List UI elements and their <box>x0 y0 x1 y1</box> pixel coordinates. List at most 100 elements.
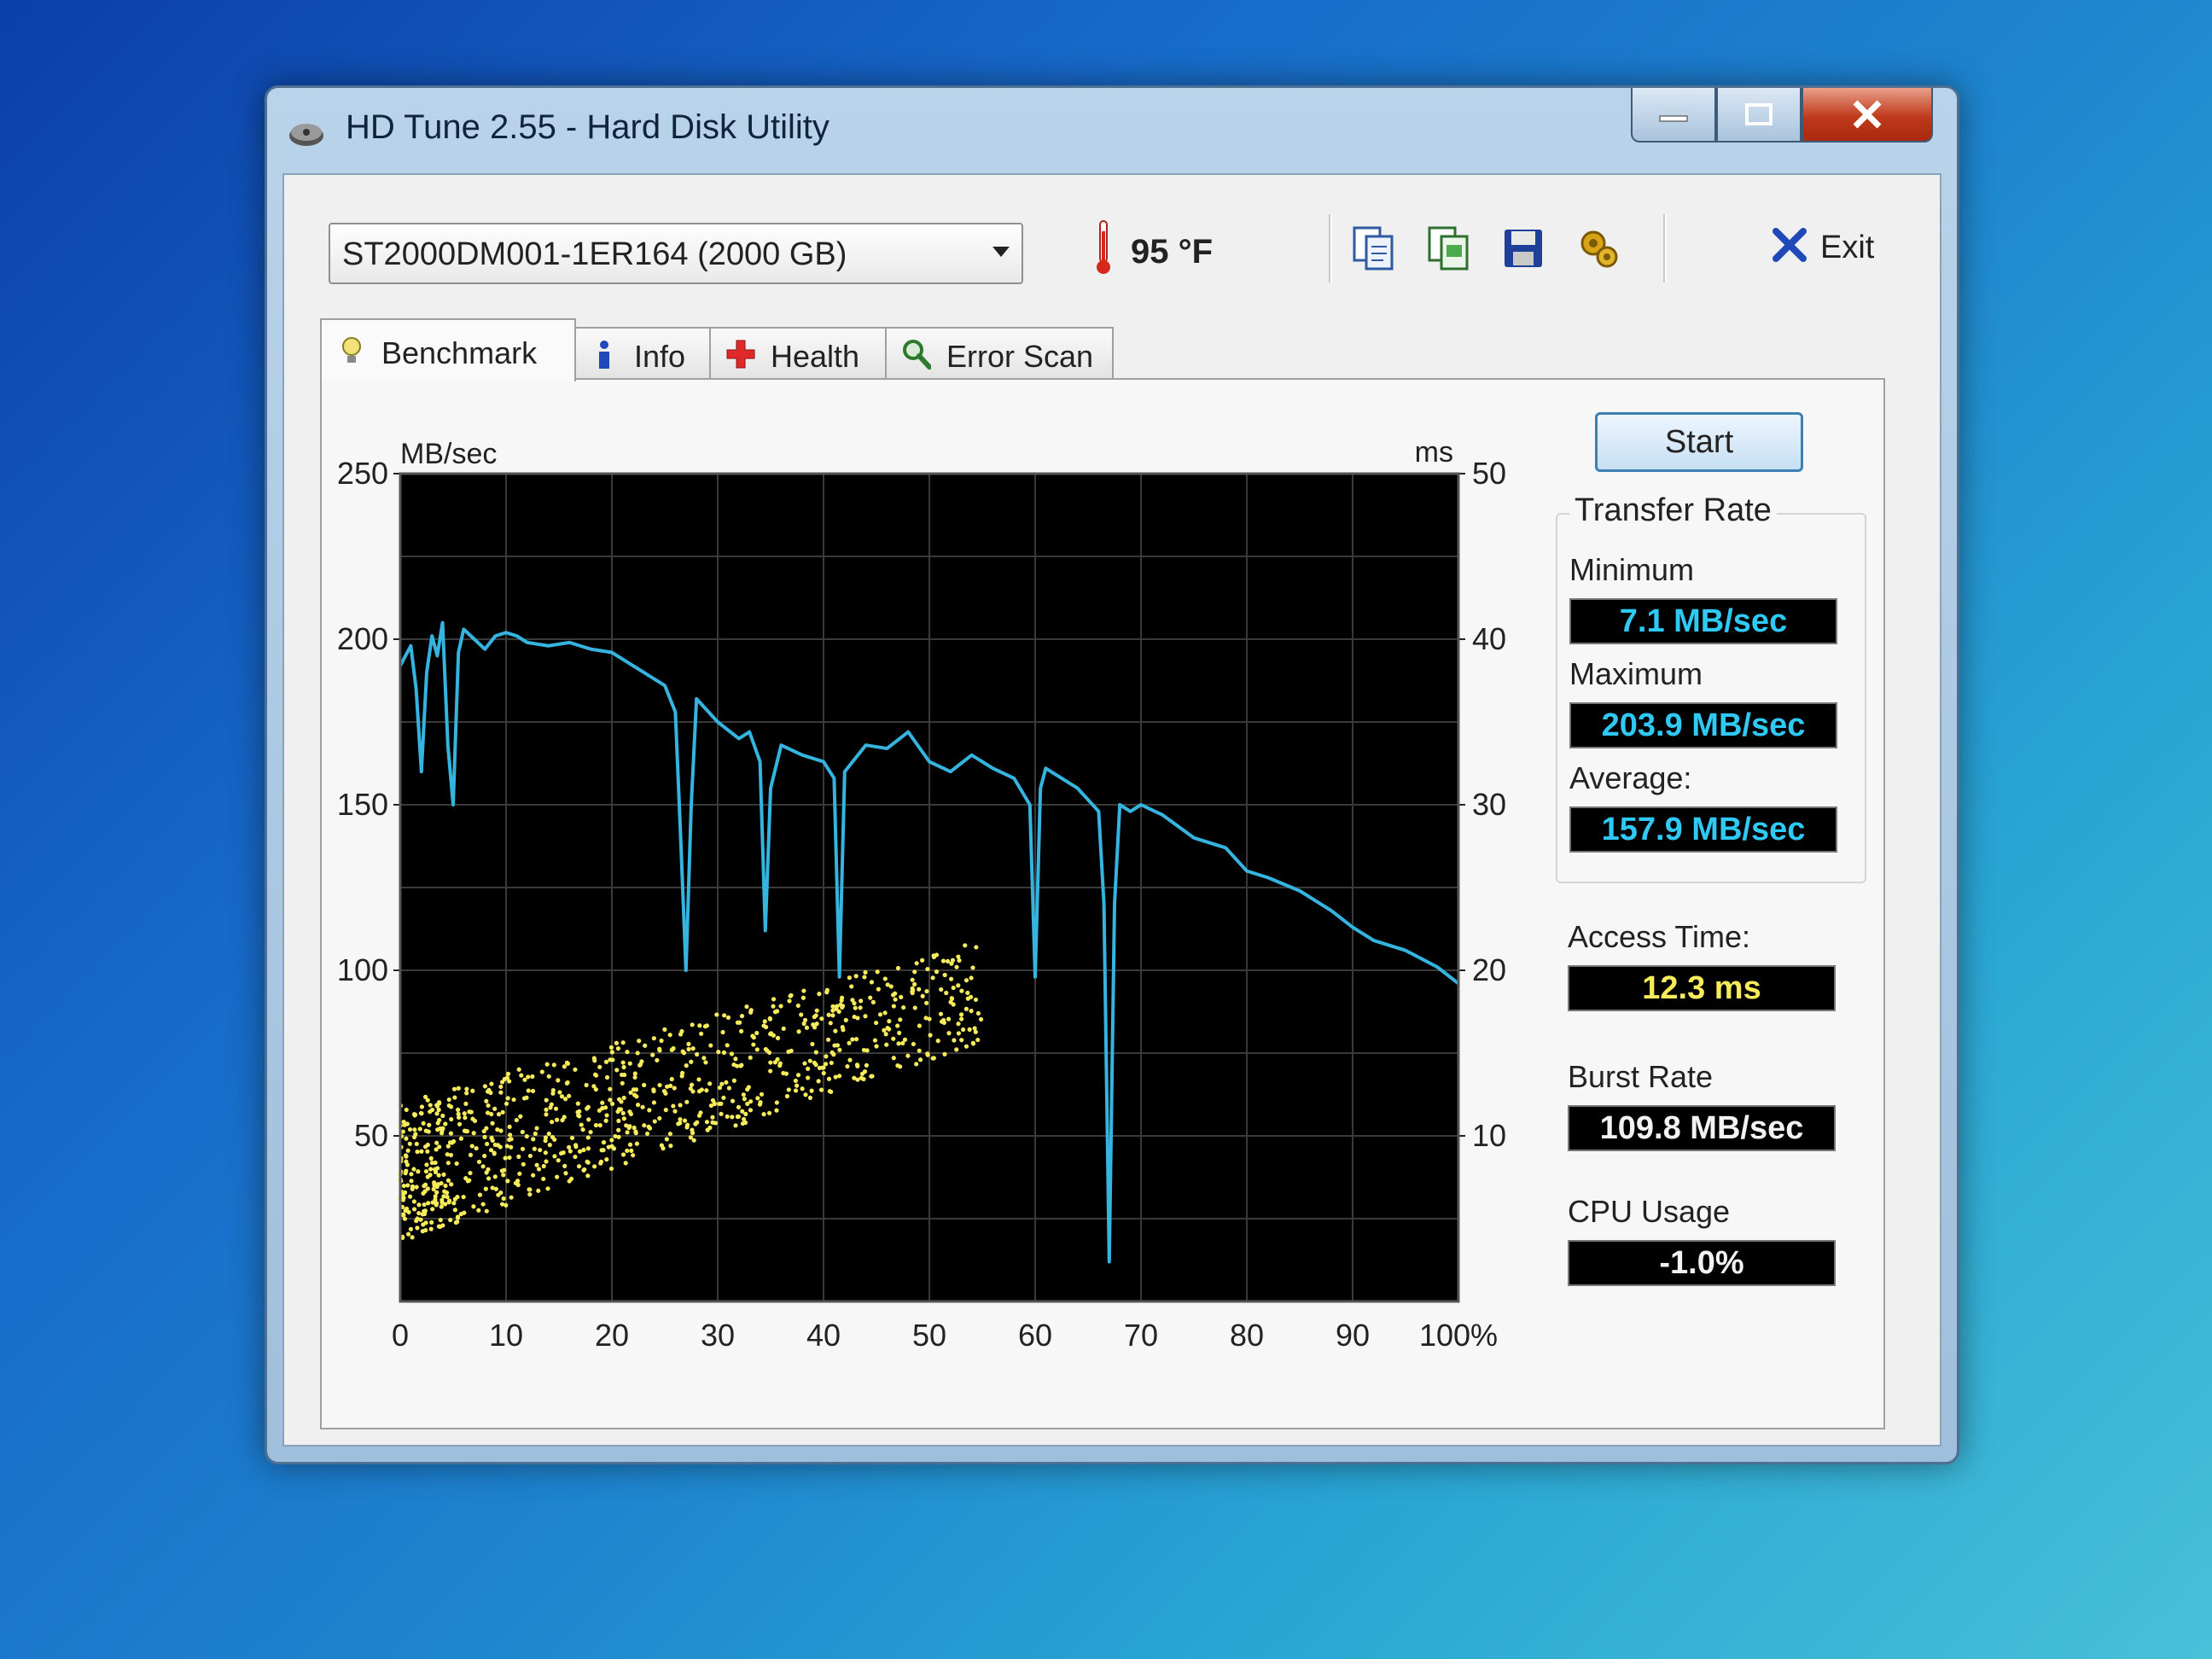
access-time-point <box>917 1048 922 1053</box>
access-time-point <box>665 1084 670 1089</box>
access-time-point <box>632 1125 637 1131</box>
access-time-point <box>661 1146 666 1151</box>
access-time-point <box>623 1161 628 1166</box>
access-time-point <box>868 995 873 1000</box>
access-time-point <box>499 1080 505 1085</box>
access-time-point <box>469 1109 474 1115</box>
access-time-point <box>821 1070 826 1076</box>
access-time-point <box>606 1144 611 1150</box>
access-time-point <box>519 1073 524 1078</box>
access-time-point <box>451 1201 457 1206</box>
y-right-tick-label: 30 <box>1472 787 1506 822</box>
access-time-point <box>663 1091 668 1096</box>
access-time-point <box>884 1042 889 1047</box>
access-time-point <box>634 1094 639 1099</box>
access-time-point <box>403 1153 409 1158</box>
access-time-point <box>829 1060 834 1066</box>
access-time-point <box>755 1096 760 1101</box>
access-time-point <box>702 1024 707 1029</box>
access-time-point <box>507 1155 512 1161</box>
access-time-point <box>680 1049 685 1054</box>
access-time-point <box>603 1059 609 1064</box>
access-time-point <box>557 1090 562 1095</box>
close-icon <box>1853 100 1882 129</box>
access-time-point <box>577 1114 582 1119</box>
access-time-point <box>778 1004 783 1009</box>
tab-error-scan[interactable]: Error Scan <box>885 327 1114 380</box>
access-time-point <box>454 1161 459 1167</box>
access-time-point <box>655 1057 660 1062</box>
access-time-point <box>425 1186 430 1191</box>
access-time-point <box>949 961 954 966</box>
app-icon <box>289 124 323 146</box>
access-time-point <box>963 1044 969 1049</box>
access-time-point <box>934 969 940 975</box>
access-time-point <box>804 1025 810 1030</box>
access-time-point <box>544 1112 549 1117</box>
close-button[interactable] <box>1802 88 1933 143</box>
access-time-point <box>585 1135 591 1140</box>
access-time-point <box>969 975 974 981</box>
access-time-point <box>905 1053 911 1058</box>
access-time-point <box>956 954 961 959</box>
access-time-point <box>733 1057 738 1062</box>
options-icon[interactable] <box>1575 224 1622 272</box>
access-time-point <box>852 1014 857 1020</box>
copy-text-icon[interactable] <box>1349 224 1397 272</box>
title-bar[interactable]: HD Tune 2.55 - Hard Disk Utility <box>267 88 1957 173</box>
access-time-point <box>544 1097 549 1103</box>
access-time-point <box>679 1028 684 1034</box>
access-time-point <box>576 1164 582 1169</box>
x-tick-label: 100% <box>1419 1318 1498 1353</box>
access-time-point <box>422 1184 427 1189</box>
access-time-point <box>704 1120 710 1125</box>
access-time-point <box>511 1097 516 1103</box>
access-time-point <box>483 1186 488 1191</box>
access-time-point <box>520 1129 525 1135</box>
access-time-point <box>965 990 970 996</box>
access-time-point <box>668 1144 673 1149</box>
access-time-point <box>954 1047 959 1052</box>
access-time-point <box>584 1082 589 1088</box>
access-time-point <box>643 1043 648 1048</box>
exit-icon <box>1773 228 1807 262</box>
access-time-point <box>451 1138 457 1144</box>
access-time-point <box>621 1064 626 1070</box>
access-time-point <box>708 1043 713 1048</box>
access-time-point <box>751 1042 756 1047</box>
tab-health[interactable]: Health <box>709 327 888 380</box>
access-time-point <box>942 1051 947 1057</box>
access-time-point <box>411 1134 417 1140</box>
save-icon[interactable] <box>1499 224 1547 272</box>
access-time-point <box>502 1167 507 1173</box>
access-time-point <box>509 1195 514 1200</box>
access-time-point <box>748 1108 754 1113</box>
access-time-point <box>546 1131 551 1137</box>
access-time-point <box>806 1066 811 1071</box>
access-time-point <box>761 1023 766 1028</box>
access-time-point <box>726 1086 732 1091</box>
access-time-point <box>415 1150 420 1155</box>
access-time-point <box>777 1063 783 1068</box>
access-time-point <box>735 1020 741 1025</box>
access-time-point <box>869 980 875 985</box>
access-time-point <box>667 1132 673 1137</box>
access-time-point <box>541 1176 546 1182</box>
access-time-point <box>526 1074 531 1080</box>
start-button[interactable]: Start <box>1595 412 1803 472</box>
access-time-point <box>942 972 947 978</box>
chevron-down-icon[interactable] <box>992 247 1010 257</box>
minimize-button[interactable] <box>1631 88 1716 143</box>
x-tick-label: 50 <box>912 1318 946 1353</box>
access-time-point <box>476 1159 482 1165</box>
tab-benchmark[interactable]: Benchmark <box>320 318 576 381</box>
access-time-point <box>701 1056 707 1061</box>
copy-screenshot-icon[interactable] <box>1424 224 1472 272</box>
access-time-point <box>567 1093 572 1098</box>
access-time-point <box>422 1208 428 1214</box>
tab-info[interactable]: Info <box>573 327 713 380</box>
access-time-point <box>893 997 898 1002</box>
maximize-button[interactable] <box>1716 88 1802 143</box>
drive-select[interactable]: ST2000DM001-1ER164 (2000 GB) <box>329 223 1023 284</box>
access-time-point <box>724 1080 729 1085</box>
